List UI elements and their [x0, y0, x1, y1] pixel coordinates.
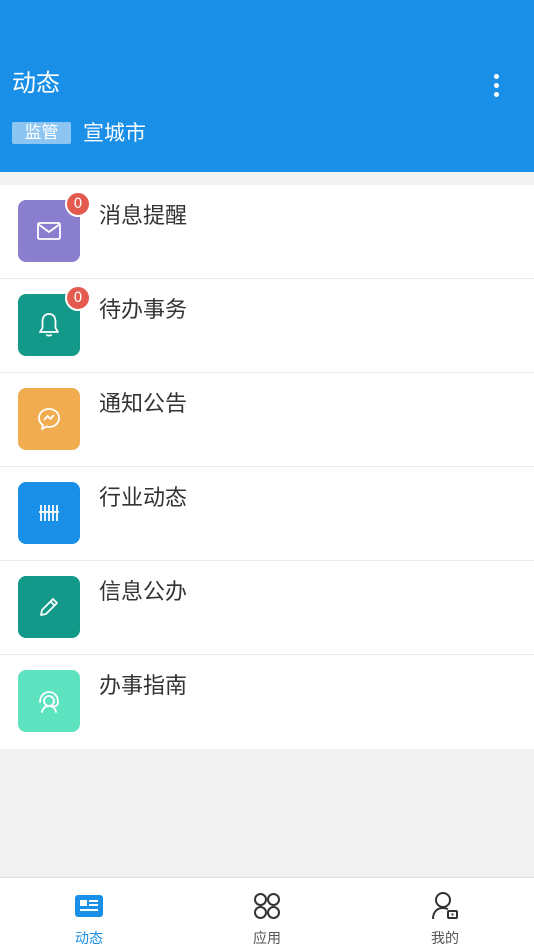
item-label: 通知公告	[99, 392, 188, 417]
page-title: 动态	[12, 69, 60, 97]
tab-label: 动态	[75, 931, 103, 947]
user-icon	[432, 892, 458, 920]
tab-label: 应用	[253, 931, 281, 947]
more-menu-button[interactable]	[484, 70, 508, 100]
item-label: 行业动态	[99, 486, 188, 511]
city-selector[interactable]: 宣城市	[83, 119, 146, 147]
headset-icon	[18, 670, 80, 732]
app-header: 动态 监管 宣城市	[0, 0, 534, 172]
item-label: 待办事务	[99, 298, 188, 323]
news-icon	[75, 895, 103, 917]
list-item-info-public[interactable]: 信息公办	[0, 561, 534, 655]
tab-apps[interactable]: 应用	[178, 878, 356, 951]
more-vertical-icon	[493, 73, 499, 79]
barcode-icon	[18, 482, 80, 544]
pencil-icon	[18, 576, 80, 638]
tab-news[interactable]: 动态	[0, 878, 178, 951]
apps-icon	[254, 893, 280, 919]
list-item-industry-news[interactable]: 行业动态	[0, 467, 534, 561]
chat-bubble-icon	[18, 388, 80, 450]
item-label: 办事指南	[99, 674, 188, 699]
list-item-guide[interactable]: 办事指南	[0, 655, 534, 749]
role-tag: 监管	[12, 122, 71, 144]
feature-list: 0 消息提醒 0 待办事务 通知公告 行业动态 信息公办 办事指南	[0, 185, 534, 749]
todo-badge: 0	[65, 285, 91, 311]
unread-badge: 0	[65, 191, 91, 217]
tab-mine[interactable]: 我的	[356, 878, 534, 951]
list-item-todo[interactable]: 0 待办事务	[0, 279, 534, 373]
bottom-tab-bar: 动态 应用 我的	[0, 877, 534, 951]
tab-label: 我的	[431, 931, 459, 947]
list-item-message-reminder[interactable]: 0 消息提醒	[0, 185, 534, 279]
list-item-notice[interactable]: 通知公告	[0, 373, 534, 467]
item-label: 信息公办	[99, 580, 188, 605]
item-label: 消息提醒	[99, 204, 188, 229]
